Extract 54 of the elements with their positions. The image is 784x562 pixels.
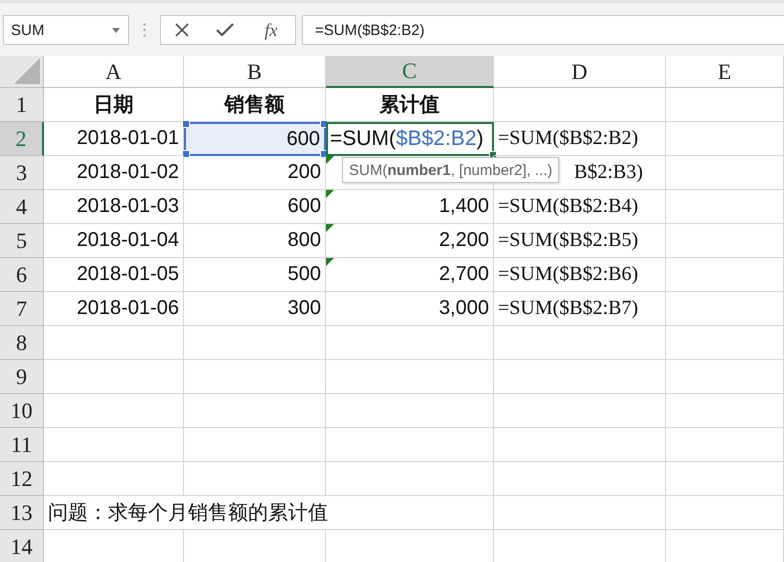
row-header[interactable]: 13 — [0, 496, 44, 530]
name-box-text: SUM — [11, 22, 44, 38]
table-cell: 200 — [184, 156, 326, 190]
cell-editor[interactable]: =SUM($B$2:B2) — [326, 122, 494, 156]
table-cell: 600 — [184, 122, 326, 156]
row-header[interactable]: 14 — [0, 530, 44, 562]
table-cell: 500 — [184, 258, 326, 292]
selection-handle-icon[interactable] — [182, 150, 190, 158]
table-cell: 2,700 — [326, 258, 494, 292]
table-cell: 2,200 — [326, 224, 494, 258]
table-cell: =SUM($B$2:B6) — [494, 258, 666, 292]
formula-bar[interactable]: =SUM($B$2:B2) — [302, 15, 784, 45]
row-header[interactable]: 9 — [0, 360, 44, 394]
column-header[interactable]: A — [44, 56, 184, 88]
table-cell: 300 — [184, 292, 326, 326]
table-cell: 2018-01-03 — [44, 190, 184, 224]
row-header[interactable]: 10 — [0, 394, 44, 428]
row-header[interactable]: 12 — [0, 462, 44, 496]
row-header[interactable]: 3 — [0, 156, 44, 190]
table-cell: 2018-01-04 — [44, 224, 184, 258]
table-cell: 1,400 — [326, 190, 494, 224]
dropdown-caret-icon[interactable] — [112, 28, 120, 32]
table-cell: 问题：求每个月销售额的累计值 — [44, 496, 494, 530]
table-cell: =SUM($B$2:B4) — [494, 190, 666, 224]
table-cell: 2018-01-06 — [44, 292, 184, 326]
column-header[interactable]: E — [666, 56, 784, 88]
table-cell: 2018-01-02 — [44, 156, 184, 190]
column-header[interactable]: C — [326, 56, 494, 88]
row-header[interactable]: 11 — [0, 428, 44, 462]
row-header[interactable]: 8 — [0, 326, 44, 360]
table-cell: =SUM($B$2:B5) — [494, 224, 666, 258]
table-cell: 累计值 — [326, 88, 494, 122]
table-cell: 2018-01-05 — [44, 258, 184, 292]
column-header[interactable]: B — [184, 56, 326, 88]
table-cell: 日期 — [44, 88, 184, 122]
check-icon[interactable] — [216, 23, 234, 37]
row-header[interactable]: 4 — [0, 190, 44, 224]
row-header[interactable]: 2 — [0, 122, 44, 156]
row-header[interactable]: 6 — [0, 258, 44, 292]
column-header[interactable]: D — [494, 56, 666, 88]
insert-function-button[interactable]: fx — [260, 20, 282, 40]
function-tooltip: SUM(number1, [number2], ...) — [342, 157, 560, 183]
row-header[interactable]: 1 — [0, 88, 44, 122]
drag-handle-icon[interactable] — [143, 23, 146, 37]
table-cell: =SUM($B$2:B2) — [494, 122, 666, 156]
row-header[interactable]: 7 — [0, 292, 44, 326]
table-cell: =SUM($B$2:B7) — [494, 292, 666, 326]
table-cell: 800 — [184, 224, 326, 258]
name-box[interactable]: SUM — [3, 15, 129, 45]
selection-handle-icon[interactable] — [182, 120, 190, 128]
row-header[interactable]: 5 — [0, 224, 44, 258]
table-cell: 3,000 — [326, 292, 494, 326]
table-cell: 600 — [184, 190, 326, 224]
cancel-icon[interactable] — [174, 23, 188, 37]
